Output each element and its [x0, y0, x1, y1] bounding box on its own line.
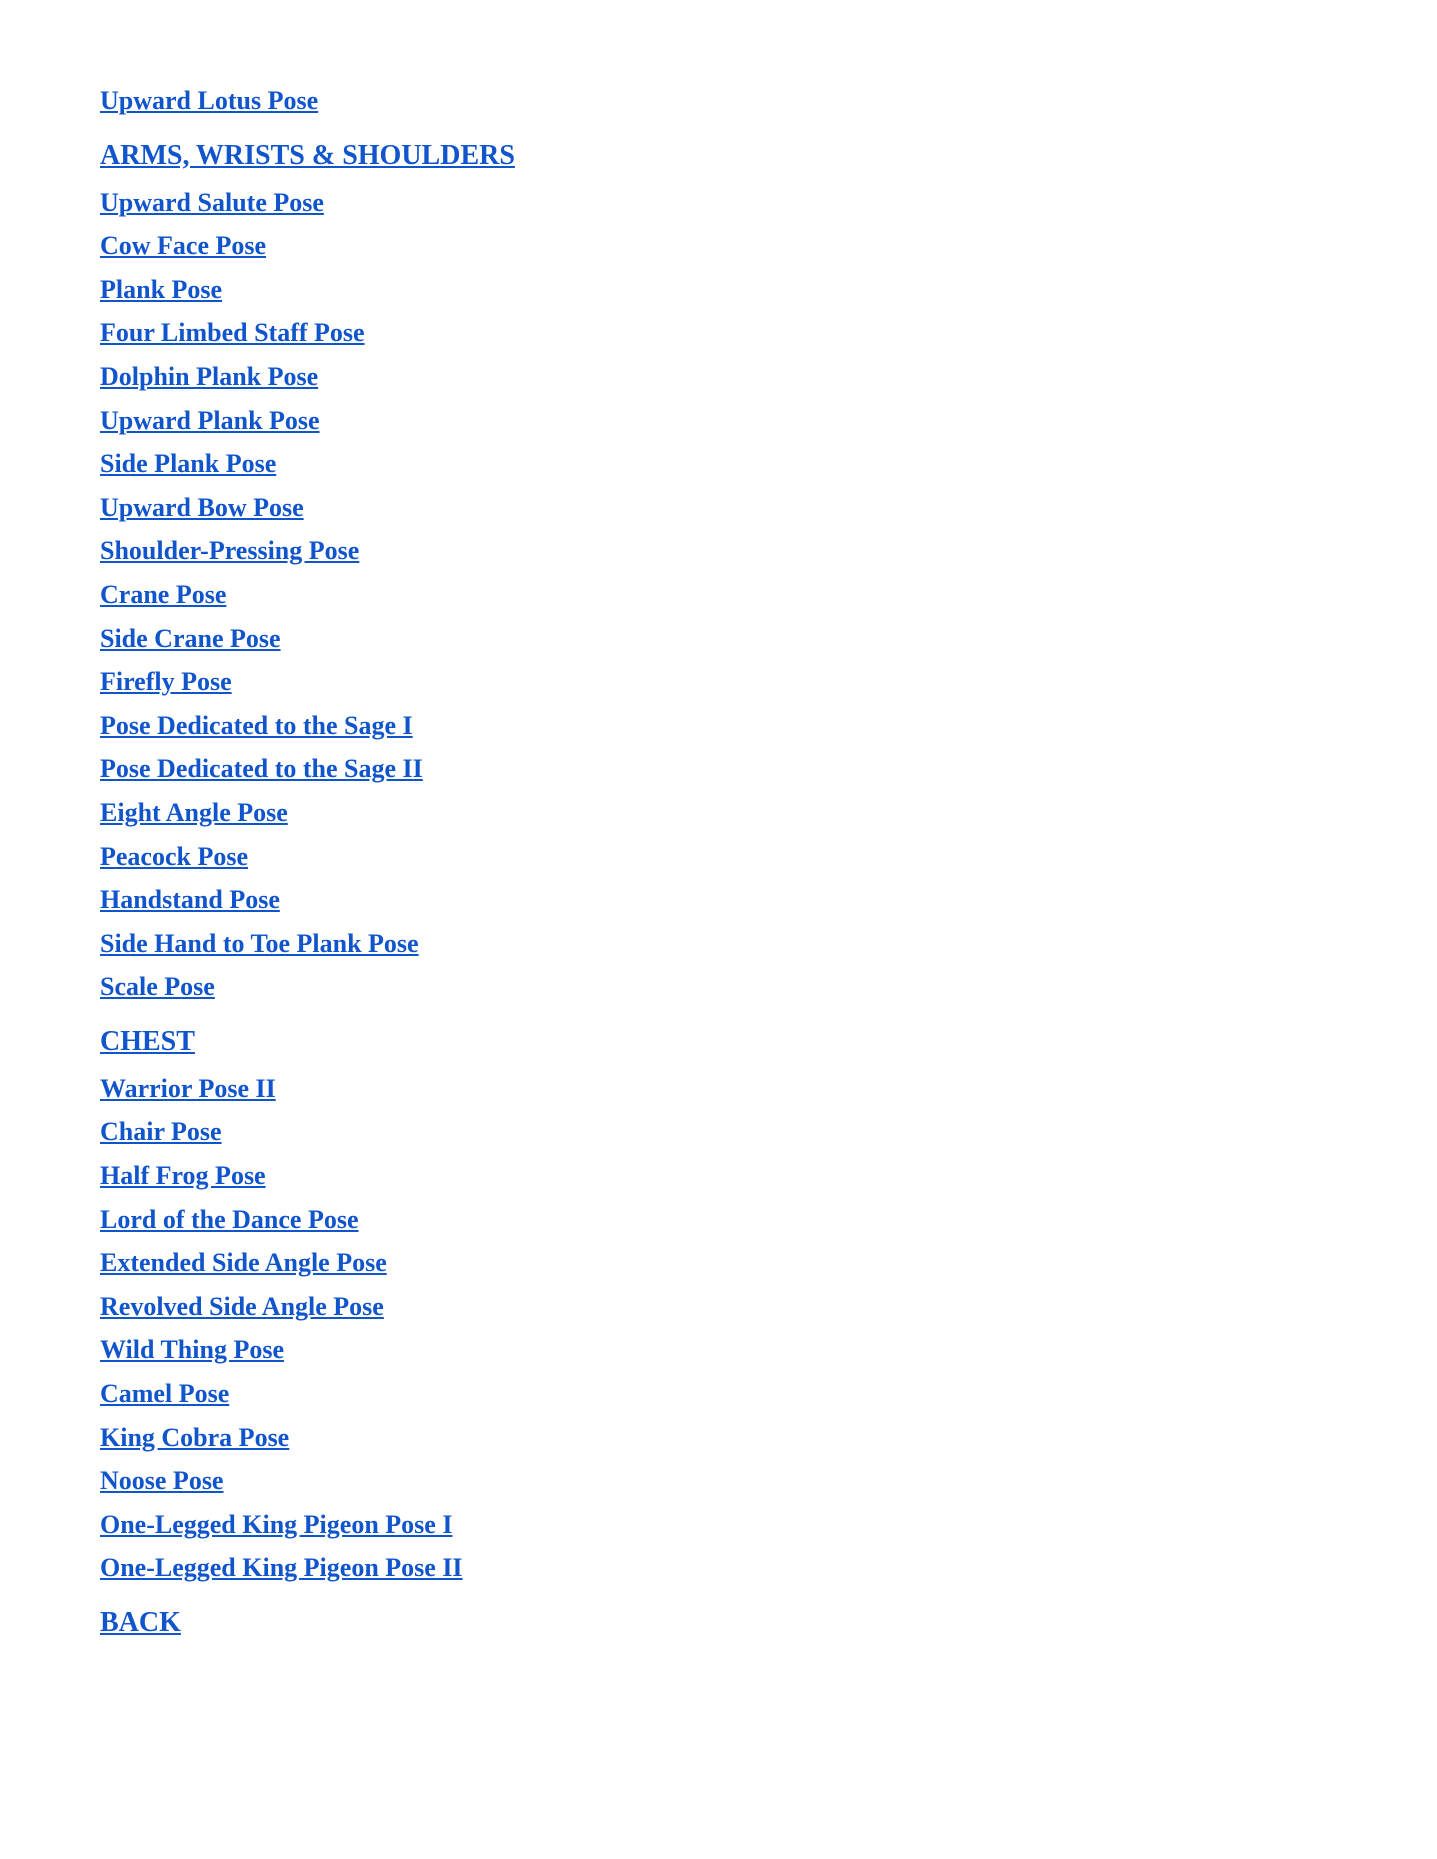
intro-link[interactable]: Upward Lotus Pose: [100, 80, 1337, 122]
pose-link-upward-plank-pose[interactable]: Upward Plank Pose: [100, 400, 1337, 442]
pose-link-upward-bow-pose[interactable]: Upward Bow Pose: [100, 487, 1337, 529]
pose-link-lord-of-the-dance-pose[interactable]: Lord of the Dance Pose: [100, 1199, 1337, 1241]
pose-link-camel-pose[interactable]: Camel Pose: [100, 1373, 1337, 1415]
pose-link-one-legged-king-pigeon-pose-ii[interactable]: One-Legged King Pigeon Pose II: [100, 1547, 1337, 1589]
pose-link-crane-pose[interactable]: Crane Pose: [100, 574, 1337, 616]
pose-link-handstand-pose[interactable]: Handstand Pose: [100, 879, 1337, 921]
pose-link-shoulder-pressing-pose[interactable]: Shoulder-Pressing Pose: [100, 530, 1337, 572]
pose-link-extended-side-angle-pose[interactable]: Extended Side Angle Pose: [100, 1242, 1337, 1284]
pose-link-warrior-pose-ii[interactable]: Warrior Pose II: [100, 1068, 1337, 1110]
pose-link-peacock-pose[interactable]: Peacock Pose: [100, 836, 1337, 878]
sections-container: ARMS, WRISTS & SHOULDERS Upward Salute Po…: [100, 140, 1337, 1639]
pose-link-king-cobra-pose[interactable]: King Cobra Pose: [100, 1417, 1337, 1459]
section-chest: CHEST Warrior Pose IIChair PoseHalf Frog …: [100, 1026, 1337, 1589]
section-arms-wrists-shoulders: ARMS, WRISTS & SHOULDERS Upward Salute Po…: [100, 140, 1337, 1008]
section-back: BACK: [100, 1607, 1337, 1639]
pose-link-noose-pose[interactable]: Noose Pose: [100, 1460, 1337, 1502]
pose-link-side-crane-pose[interactable]: Side Crane Pose: [100, 618, 1337, 660]
pose-link-wild-thing-pose[interactable]: Wild Thing Pose: [100, 1329, 1337, 1371]
page-container: Upward Lotus Pose ARMS, WRISTS & SHOULDE…: [100, 80, 1337, 1639]
pose-link-four-limbed-staff-pose[interactable]: Four Limbed Staff Pose: [100, 312, 1337, 354]
pose-link-pose-dedicated-to-the-sage-i[interactable]: Pose Dedicated to the Sage I: [100, 705, 1337, 747]
section-header-chest[interactable]: CHEST: [100, 1026, 1337, 1058]
pose-link-side-plank-pose[interactable]: Side Plank Pose: [100, 443, 1337, 485]
pose-link-cow-face-pose[interactable]: Cow Face Pose: [100, 225, 1337, 267]
pose-link-dolphin-plank-pose[interactable]: Dolphin Plank Pose: [100, 356, 1337, 398]
pose-link-half-frog-pose[interactable]: Half Frog Pose: [100, 1155, 1337, 1197]
pose-link-plank-pose[interactable]: Plank Pose: [100, 269, 1337, 311]
pose-link-upward-salute-pose[interactable]: Upward Salute Pose: [100, 182, 1337, 224]
pose-link-chair-pose[interactable]: Chair Pose: [100, 1111, 1337, 1153]
pose-link-one-legged-king-pigeon-pose-i[interactable]: One-Legged King Pigeon Pose I: [100, 1504, 1337, 1546]
section-header-back[interactable]: BACK: [100, 1607, 1337, 1639]
section-header-arms-wrists-shoulders[interactable]: ARMS, WRISTS & SHOULDERS: [100, 140, 1337, 172]
pose-link-eight-angle-pose[interactable]: Eight Angle Pose: [100, 792, 1337, 834]
pose-link-scale-pose[interactable]: Scale Pose: [100, 966, 1337, 1008]
intro-link-container: Upward Lotus Pose: [100, 80, 1337, 122]
pose-link-firefly-pose[interactable]: Firefly Pose: [100, 661, 1337, 703]
pose-link-side-hand-to-toe-plank-pose[interactable]: Side Hand to Toe Plank Pose: [100, 923, 1337, 965]
pose-link-revolved-side-angle-pose[interactable]: Revolved Side Angle Pose: [100, 1286, 1337, 1328]
pose-link-pose-dedicated-to-the-sage-ii[interactable]: Pose Dedicated to the Sage II: [100, 748, 1337, 790]
